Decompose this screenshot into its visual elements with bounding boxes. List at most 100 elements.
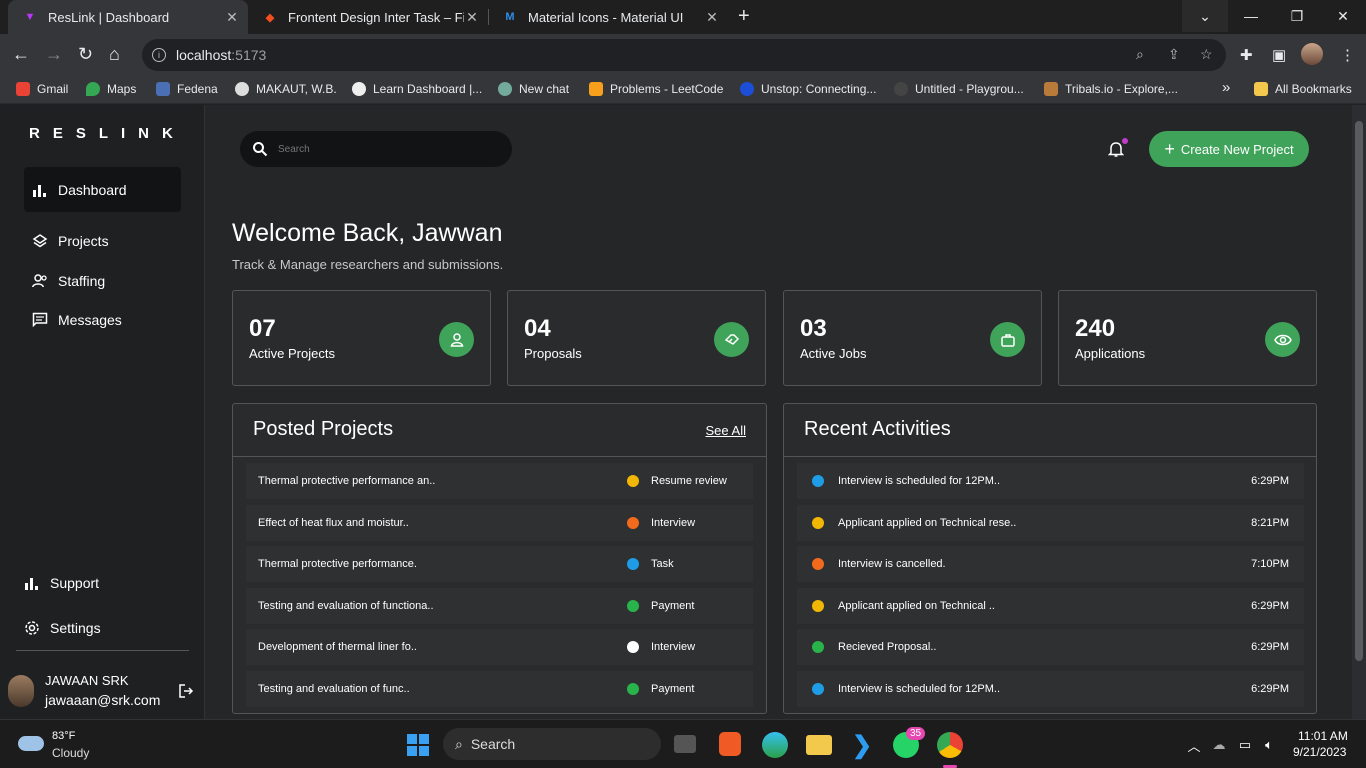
activity-time: 6:29PM — [1251, 475, 1289, 487]
list-item[interactable]: Development of thermal liner fo.. Intervi… — [246, 629, 753, 666]
activity-time: 6:29PM — [1251, 641, 1289, 654]
taskbar-search[interactable]: ⌕ Search — [443, 728, 661, 760]
vscode-icon[interactable]: ❯ — [849, 732, 875, 759]
close-icon[interactable]: ✕ — [464, 9, 480, 26]
user-name: JAWAAN SRK — [45, 673, 129, 688]
display-icon[interactable]: ▭ — [1232, 732, 1258, 758]
sidebar-item-projects[interactable]: Projects — [24, 218, 181, 263]
new-tab-button[interactable]: + — [738, 5, 750, 28]
list-item[interactable]: Interview is cancelled. 7:10PM — [797, 546, 1304, 583]
brave-icon[interactable] — [719, 732, 741, 756]
bookmark-leetcode[interactable]: Problems - LeetCode — [589, 82, 723, 96]
notification-dot — [1122, 138, 1128, 144]
list-item[interactable]: Applicant applied on Technical .. 6:29PM — [797, 587, 1304, 624]
bookmark-learn-dashboard[interactable]: Learn Dashboard |... — [352, 82, 482, 96]
search-input[interactable] — [278, 143, 478, 155]
side-panel-icon[interactable]: ▣ — [1272, 46, 1286, 64]
project-title: Thermal protective performance. — [258, 558, 417, 571]
user-profile: JAWAAN SRK jawaaan@srk.com — [8, 671, 198, 713]
figma-logo-icon: ◆ — [265, 11, 275, 24]
notification-bell-icon[interactable] — [1107, 138, 1128, 163]
home-icon[interactable]: ⌂ — [109, 44, 120, 65]
bookmark-makaut[interactable]: MAKAUT, W.B. — [235, 82, 337, 96]
bookmark-fedena[interactable]: Fedena — [156, 82, 218, 96]
forward-arrow-icon[interactable]: → — [45, 44, 63, 65]
tab-material-icons[interactable]: M Material Icons - Material UI ✕ — [488, 0, 728, 34]
windows-start-icon[interactable] — [405, 732, 431, 758]
share-icon[interactable]: ⇪ — [1168, 46, 1180, 63]
profile-avatar[interactable] — [1301, 43, 1323, 65]
clock-time[interactable]: 11:01 AM — [1298, 729, 1348, 743]
tab-reslink[interactable]: ▼ ResLink | Dashboard ✕ — [8, 0, 248, 34]
logout-icon[interactable] — [178, 683, 194, 702]
all-bookmarks[interactable]: All Bookmarks — [1254, 82, 1352, 96]
close-icon[interactable]: ✕ — [704, 9, 720, 26]
stat-card-active-projects[interactable]: 07 Active Projects — [232, 290, 491, 386]
minimize-button[interactable]: — — [1228, 0, 1274, 32]
chrome-icon[interactable] — [937, 732, 963, 758]
search-bar[interactable] — [240, 131, 512, 167]
task-view-icon[interactable] — [674, 735, 696, 753]
list-item[interactable]: Interview is scheduled for 12PM.. 6:29PM — [797, 463, 1304, 499]
close-icon[interactable]: ✕ — [224, 9, 240, 26]
list-item[interactable]: Effect of heat flux and moistur.. Intervi… — [246, 504, 753, 541]
page-subtitle: Track & Manage researchers and submissio… — [232, 257, 504, 272]
scrollbar-thumb[interactable] — [1355, 121, 1363, 661]
weather-widget[interactable]: 83°F Cloudy — [18, 728, 118, 762]
tab-figma[interactable]: ◆ Frontent Design Inter Task – Figm ✕ — [248, 0, 488, 34]
sidebar-item-dashboard[interactable]: Dashboard — [24, 167, 181, 212]
fedena-icon — [156, 82, 170, 96]
main-content: + Create New Project Welcome Back, Jawwa… — [206, 105, 1352, 719]
sidebar-item-messages[interactable]: Messages — [24, 297, 181, 342]
status-dot — [812, 599, 824, 612]
activity-text: Recieved Proposal.. — [838, 641, 937, 654]
volume-icon[interactable]: 🔈︎ — [1256, 732, 1282, 758]
button-label: Create New Project — [1180, 141, 1294, 157]
create-new-project-button[interactable]: + Create New Project — [1149, 131, 1309, 167]
menu-icon[interactable]: ⋮ — [1340, 46, 1355, 64]
star-icon[interactable]: ☆ — [1200, 46, 1213, 63]
list-item[interactable]: Recieved Proposal.. 6:29PM — [797, 629, 1304, 666]
close-window-button[interactable]: ✕ — [1320, 0, 1366, 32]
see-all-link[interactable]: See All — [706, 423, 746, 438]
onedrive-icon[interactable]: ☁ — [1206, 732, 1232, 758]
clock-date[interactable]: 9/21/2023 — [1293, 745, 1346, 759]
info-icon[interactable]: i — [152, 48, 166, 62]
tab-search-button[interactable]: ⌄ — [1182, 0, 1228, 32]
scrollbar[interactable] — [1352, 105, 1366, 719]
leetcode-icon — [589, 82, 603, 96]
list-item[interactable]: Testing and evaluation of functiona.. Pay… — [246, 587, 753, 624]
chevron-up-icon[interactable]: ︿ — [1181, 732, 1207, 758]
back-arrow-icon[interactable]: ← — [12, 44, 30, 65]
sidebar-item-settings[interactable]: Settings — [16, 605, 173, 650]
status-dot — [627, 683, 639, 695]
file-explorer-icon[interactable] — [806, 735, 832, 755]
list-item[interactable]: Thermal protective performance. Task — [246, 546, 753, 583]
avatar[interactable] — [8, 675, 34, 707]
edge-icon[interactable] — [762, 732, 788, 758]
recent-activities-panel: Recent Activities Interview is scheduled… — [783, 403, 1317, 714]
reload-icon[interactable]: ↻ — [78, 44, 93, 65]
gear-icon — [24, 620, 40, 636]
extensions-icon[interactable]: ✚ — [1240, 46, 1253, 64]
list-item[interactable]: Thermal protective performance an.. Resum… — [246, 463, 753, 499]
bookmark-playground[interactable]: Untitled - Playgrou... — [894, 82, 1024, 96]
bookmark-maps[interactable]: Maps — [86, 82, 136, 96]
list-item[interactable]: Applicant applied on Technical rese.. 8:2… — [797, 504, 1304, 541]
stat-card-proposals[interactable]: 04 Proposals — [507, 290, 766, 386]
zoom-icon[interactable]: ⌕ — [1136, 46, 1144, 63]
url-field[interactable]: i localhost:5173 ⌕ ⇪ ☆ — [142, 39, 1226, 71]
stat-label: Active Projects — [249, 346, 335, 361]
bookmark-tribals[interactable]: Tribals.io - Explore,... — [1044, 82, 1178, 96]
stat-card-applications[interactable]: 240 Applications — [1058, 290, 1317, 386]
sidebar-item-support[interactable]: Support — [16, 560, 173, 605]
sidebar: RESLINK Dashboard Projects Staffing Mess… — [0, 105, 205, 719]
bookmark-unstop[interactable]: Unstop: Connecting... — [740, 82, 876, 96]
bookmarks-overflow-button[interactable]: » — [1222, 79, 1230, 96]
bookmark-new-chat[interactable]: New chat — [498, 82, 569, 96]
list-item[interactable]: Testing and evaluation of func.. Payment — [246, 671, 753, 707]
list-item[interactable]: Interview is scheduled for 12PM.. 6:29PM — [797, 671, 1304, 707]
restore-button[interactable]: ❐ — [1274, 0, 1320, 32]
bookmark-gmail[interactable]: Gmail — [16, 82, 68, 96]
stat-card-active-jobs[interactable]: 03 Active Jobs — [783, 290, 1042, 386]
